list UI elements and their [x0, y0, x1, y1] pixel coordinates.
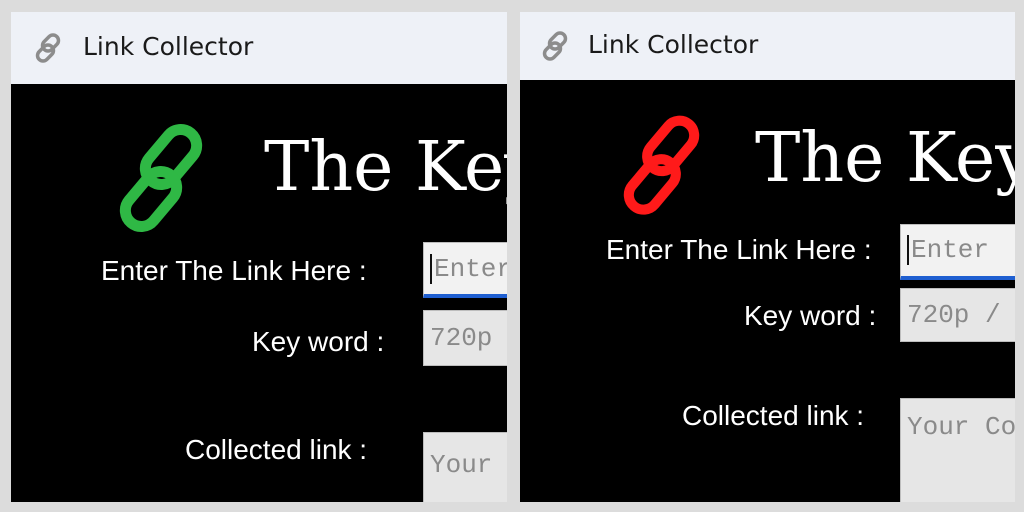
- keyword-input-placeholder: 720p / 1080p: [430, 323, 507, 353]
- keyword-input[interactable]: 720p / 1080p: [423, 310, 507, 366]
- app-heading: The Key: [755, 119, 1015, 198]
- collected-placeholder: Your Collected link: [907, 412, 1015, 442]
- chain-link-icon: [107, 120, 227, 245]
- collected-label: Collected link :: [185, 434, 368, 465]
- collected-textarea[interactable]: Your Collected link: [900, 398, 1015, 502]
- link-icon: [538, 28, 574, 64]
- app-heading: The Key: [264, 128, 507, 207]
- link-input-placeholder: Enter: [911, 235, 990, 265]
- link-label: Enter The Link Here :: [606, 234, 872, 265]
- title-bar[interactable]: Link Collector: [520, 12, 1015, 80]
- text-caret: [907, 235, 909, 266]
- link-input[interactable]: Enter: [423, 242, 507, 298]
- collected-placeholder: Your Collected link: [430, 450, 507, 480]
- title-bar[interactable]: Link Collector: [11, 12, 507, 84]
- window-title: Link Collector: [83, 32, 254, 61]
- text-caret: [430, 254, 432, 285]
- app-window-left: Link Collector The Key Enter The Link He…: [11, 12, 507, 502]
- collected-textarea[interactable]: Your Collected link: [423, 432, 507, 502]
- link-label: Enter The Link Here :: [101, 255, 367, 286]
- link-input-placeholder: Enter: [434, 254, 507, 284]
- chain-link-icon: [612, 112, 722, 227]
- link-icon: [31, 30, 67, 66]
- keyword-label: Key word :: [252, 326, 385, 357]
- app-window-right: Link Collector The Key Enter The Link He…: [520, 12, 1015, 502]
- link-input[interactable]: Enter: [900, 224, 1015, 280]
- keyword-input-placeholder: 720p / 1080p: [907, 300, 1015, 330]
- window-title: Link Collector: [588, 30, 759, 59]
- collected-label: Collected link :: [682, 400, 865, 431]
- keyword-input[interactable]: 720p / 1080p: [900, 288, 1015, 342]
- keyword-label: Key word :: [744, 300, 877, 331]
